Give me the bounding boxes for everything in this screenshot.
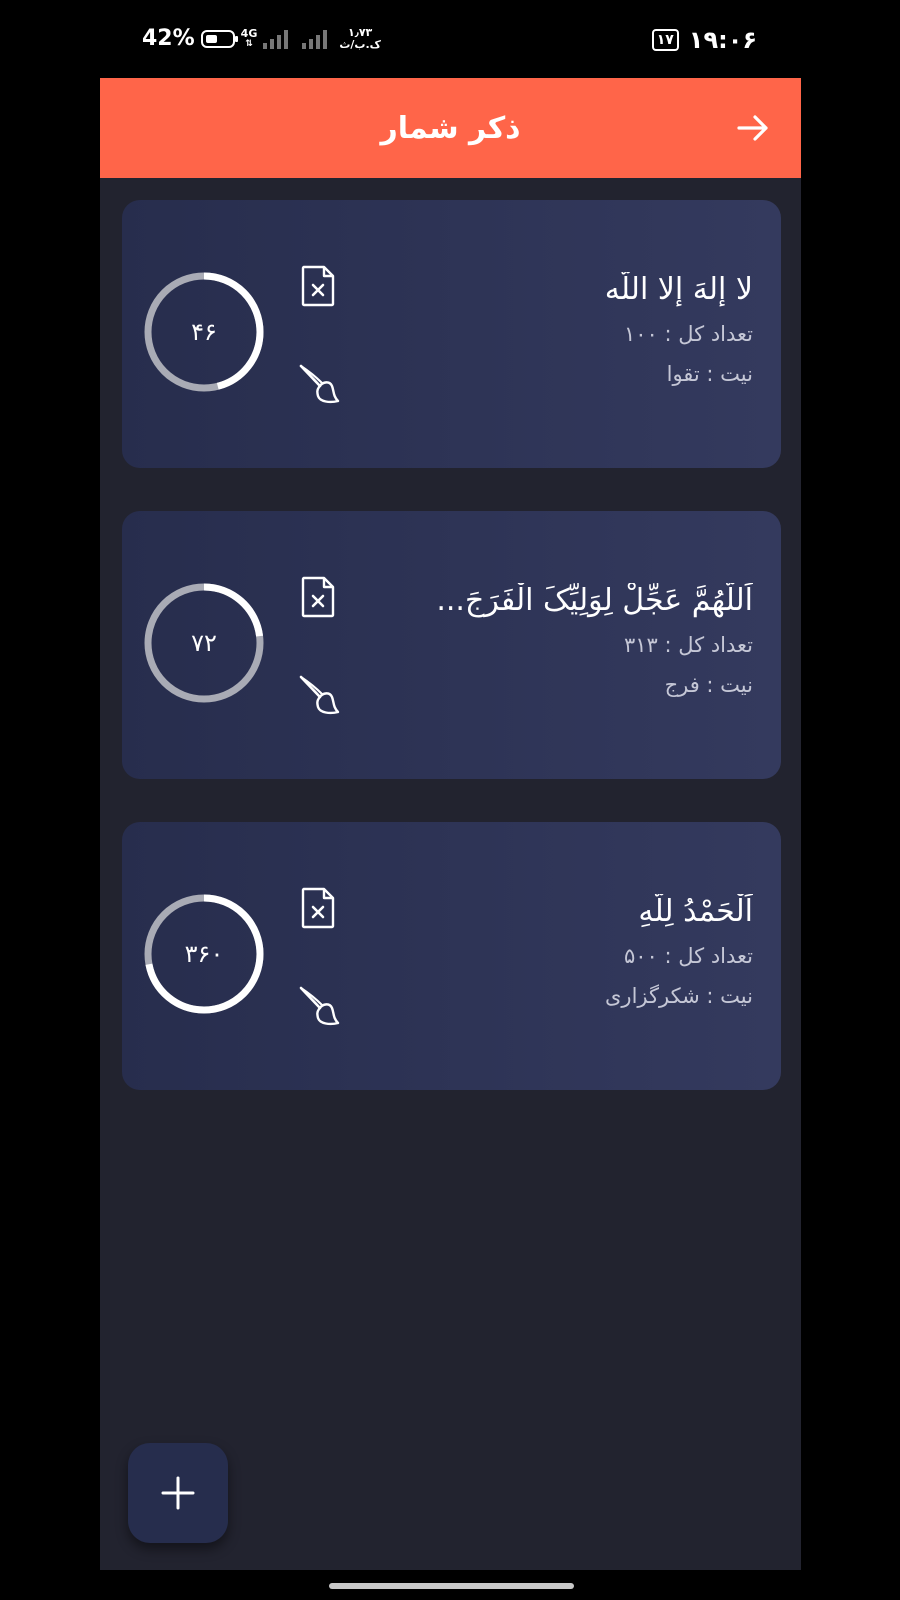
color-brush-button[interactable] — [298, 673, 342, 717]
current-count: ۳۶۰ — [184, 940, 224, 968]
paint-brush-icon — [299, 675, 340, 715]
dhikr-text: اَللّهُمَّ عَجِّلْ لِوَلِیِّکَ الْفَرَجَ… — [436, 583, 753, 618]
battery-icon — [200, 29, 238, 48]
signal-icon — [263, 29, 289, 49]
network-type: 4G ⇅ — [240, 26, 258, 49]
color-brush-button[interactable] — [298, 984, 342, 1028]
paint-brush-icon — [299, 364, 340, 404]
app-screen: 42% 4G ⇅ ۱٫۷۳ ک.ب/ث ۱۷ ۱۹:۰۶ ذکر شمار لا… — [100, 0, 801, 1600]
delete-button[interactable] — [298, 264, 338, 308]
home-indicator[interactable] — [329, 1583, 574, 1589]
intent-text: نیت : فرج — [664, 673, 753, 697]
intent-text: نیت : تقوا — [666, 362, 753, 386]
total-count: تعداد کل : ۳۱۳ — [623, 633, 753, 657]
battery-percent: 42% — [142, 26, 195, 51]
back-button[interactable] — [735, 110, 771, 146]
delete-button[interactable] — [298, 575, 338, 619]
status-right: ۱۷ ۱۹:۰۶ — [651, 26, 757, 54]
dhikr-card[interactable]: لا إِلهَ إِلا اللّه تعداد کل : ۱۰۰ نیت :… — [122, 200, 781, 468]
file-x-icon — [301, 887, 335, 929]
dhikr-card[interactable]: اَللّهُمَّ عَجِّلْ لِوَلِیِّکَ الْفَرَجَ… — [122, 511, 781, 779]
total-count: تعداد کل : ۵۰۰ — [623, 944, 753, 968]
signal-icon-2 — [302, 29, 328, 49]
app-bar: ذکر شمار — [100, 78, 801, 178]
add-dhikr-button[interactable] — [128, 1443, 228, 1543]
notification-badge: ۱۷ — [651, 29, 679, 51]
file-x-icon — [301, 265, 335, 307]
system-nav-bar — [100, 1570, 801, 1600]
dhikr-text: اَلْحَمْدُ لِلَّهِ — [638, 894, 753, 929]
clock: ۱۹:۰۶ — [688, 26, 757, 54]
paint-brush-icon — [299, 986, 340, 1026]
page-title: ذکر شمار — [380, 110, 521, 146]
status-bar: 42% 4G ⇅ ۱٫۷۳ ک.ب/ث ۱۷ ۱۹:۰۶ — [100, 0, 801, 78]
color-brush-button[interactable] — [298, 362, 342, 406]
total-count: تعداد کل : ۱۰۰ — [623, 322, 753, 346]
status-left: 42% 4G ⇅ ۱٫۷۳ ک.ب/ث — [142, 26, 381, 51]
dhikr-text: لا إِلهَ إِلا اللّه — [604, 272, 753, 307]
current-count: ۴۶ — [191, 318, 217, 346]
current-count: ۷۲ — [191, 629, 217, 657]
delete-button[interactable] — [298, 886, 338, 930]
dhikr-card[interactable]: اَلْحَمْدُ لِلَّهِ تعداد کل : ۵۰۰ نیت : … — [122, 822, 781, 1090]
network-label: 4G — [240, 26, 258, 40]
speed-unit: ک.ب/ث — [339, 37, 381, 51]
plus-icon — [161, 1476, 195, 1510]
intent-text: نیت : شکرگزاری — [604, 984, 753, 1008]
file-x-icon — [301, 576, 335, 618]
arrow-right-icon — [737, 115, 768, 141]
network-speed: ۱٫۷۳ ک.ب/ث — [339, 26, 381, 51]
